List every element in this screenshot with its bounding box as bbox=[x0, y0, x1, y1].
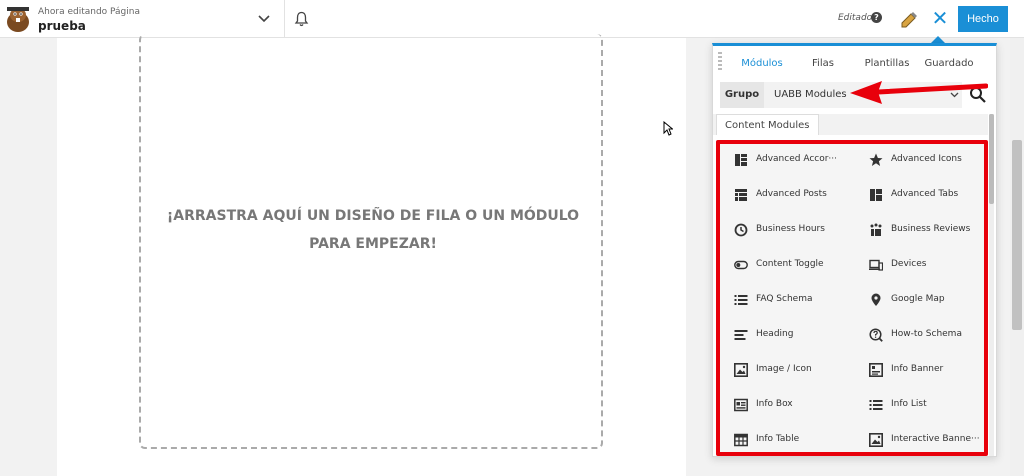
drag-handle[interactable] bbox=[718, 52, 722, 72]
module-info-list[interactable]: Info List bbox=[869, 395, 996, 415]
heading-icon bbox=[734, 330, 748, 340]
module-label: How-to Schema bbox=[891, 329, 962, 339]
module-info-table[interactable]: Info Table bbox=[734, 430, 864, 450]
pencil-icon[interactable] bbox=[899, 9, 919, 29]
star-icon bbox=[869, 153, 883, 166]
page-scrollbar-thumb[interactable] bbox=[1012, 140, 1022, 330]
tab-content-modules[interactable]: Content Modules bbox=[716, 114, 819, 135]
edit-status: Editado bbox=[838, 13, 873, 23]
module-advanced-icons[interactable]: Advanced Icons bbox=[869, 150, 996, 170]
list-icon bbox=[869, 400, 883, 410]
module-business-hours[interactable]: Business Hours bbox=[734, 220, 864, 240]
module-heading[interactable]: Heading bbox=[734, 325, 864, 345]
module-advanced-posts[interactable]: Advanced Posts bbox=[734, 185, 864, 205]
module-interactive-banner[interactable]: Interactive Banne··· bbox=[869, 430, 996, 450]
group-label: Grupo bbox=[720, 82, 764, 108]
module-label: Business Reviews bbox=[891, 224, 971, 234]
module-content-toggle[interactable]: Content Toggle bbox=[734, 255, 864, 275]
module-faq-schema[interactable]: FAQ Schema bbox=[734, 290, 864, 310]
image-icon bbox=[869, 433, 883, 447]
posts-grid-icon bbox=[735, 189, 747, 201]
module-image-icon[interactable]: Image / Icon bbox=[734, 360, 864, 380]
reviews-icon bbox=[870, 223, 882, 236]
tab-saved[interactable]: Guardado bbox=[921, 58, 977, 69]
clock-icon bbox=[734, 223, 748, 237]
mouse-cursor-icon bbox=[663, 121, 673, 136]
editing-label: Ahora editando Página bbox=[38, 7, 140, 17]
module-advanced-tabs[interactable]: Advanced Tabs bbox=[869, 185, 996, 205]
module-devices[interactable]: Devices bbox=[869, 255, 996, 275]
module-label: Advanced Posts bbox=[756, 189, 827, 199]
module-label: Interactive Banne··· bbox=[891, 434, 980, 444]
module-label: Advanced Accor··· bbox=[756, 154, 837, 164]
module-label: Info List bbox=[891, 399, 927, 409]
top-bar: Ahora editando Página prueba Editado ? ✕… bbox=[0, 0, 1024, 38]
module-label: Google Map bbox=[891, 294, 945, 304]
module-label: Info Box bbox=[756, 399, 793, 409]
annotation-arrow-icon bbox=[850, 81, 988, 104]
module-label: Content Toggle bbox=[756, 259, 824, 269]
module-label: FAQ Schema bbox=[756, 294, 813, 304]
module-label: Heading bbox=[756, 329, 794, 339]
drop-zone[interactable]: ¡ARRASTRA AQUÍ UN DISEÑO DE FILA O UN MÓ… bbox=[139, 34, 603, 449]
banner-icon bbox=[869, 363, 883, 377]
table-icon bbox=[734, 433, 748, 447]
accordion-icon bbox=[735, 154, 747, 166]
question-icon bbox=[869, 328, 883, 342]
module-label: Info Table bbox=[756, 434, 800, 444]
image-icon bbox=[734, 363, 748, 377]
module-google-map[interactable]: Google Map bbox=[869, 290, 996, 310]
module-how-to-schema[interactable]: How-to Schema bbox=[869, 325, 996, 345]
module-info-box[interactable]: Info Box bbox=[734, 395, 864, 415]
module-info-banner[interactable]: Info Banner bbox=[869, 360, 996, 380]
toggle-icon bbox=[734, 260, 748, 270]
group-select-value[interactable]: UABB Modules bbox=[774, 82, 847, 108]
module-label: Business Hours bbox=[756, 224, 825, 234]
chevron-down-icon[interactable] bbox=[257, 11, 271, 25]
page-canvas: ¡ARRASTRA AQUÍ UN DISEÑO DE FILA O UN MÓ… bbox=[57, 34, 686, 476]
module-business-reviews[interactable]: Business Reviews bbox=[869, 220, 996, 240]
module-label: Advanced Icons bbox=[891, 154, 962, 164]
module-label: Advanced Tabs bbox=[891, 189, 959, 199]
module-label: Info Banner bbox=[891, 364, 944, 374]
beaver-logo-icon[interactable] bbox=[4, 5, 32, 33]
module-label: Image / Icon bbox=[756, 364, 812, 374]
tabs-icon bbox=[870, 189, 882, 201]
list-icon bbox=[734, 295, 748, 305]
map-pin-icon bbox=[871, 293, 881, 306]
module-grid: Advanced Accor··· Advanced Icons Advance… bbox=[716, 140, 988, 456]
tab-rows[interactable]: Filas bbox=[803, 58, 843, 69]
module-advanced-accordion[interactable]: Advanced Accor··· bbox=[734, 150, 864, 170]
devices-icon bbox=[869, 259, 883, 271]
info-box-icon bbox=[734, 398, 748, 412]
done-button[interactable]: Hecho bbox=[958, 6, 1008, 32]
help-icon[interactable]: ? bbox=[871, 12, 882, 23]
close-icon[interactable]: ✕ bbox=[930, 8, 950, 28]
module-label: Devices bbox=[891, 259, 927, 269]
tab-modules[interactable]: Módulos bbox=[727, 58, 797, 69]
divider bbox=[284, 0, 285, 38]
bell-icon[interactable] bbox=[294, 11, 309, 27]
drop-zone-text: ¡ARRASTRA AQUÍ UN DISEÑO DE FILA O UN MÓ… bbox=[166, 208, 580, 252]
page-name: prueba bbox=[38, 19, 86, 33]
content-tab-row: Content Modules bbox=[713, 114, 988, 135]
tab-templates[interactable]: Plantillas bbox=[859, 58, 915, 69]
